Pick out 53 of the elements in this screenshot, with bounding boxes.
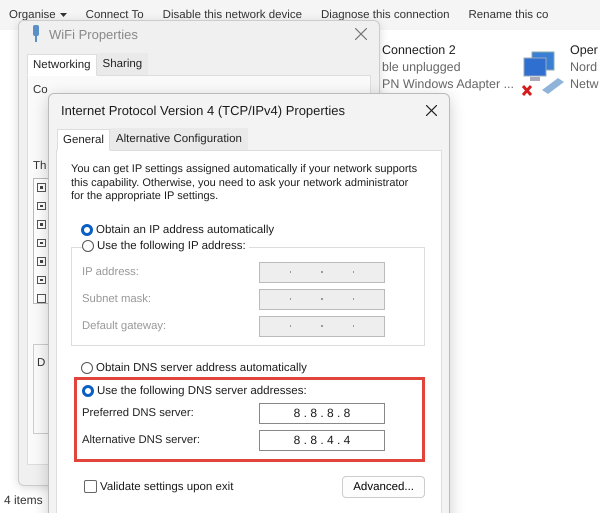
checkbox[interactable] — [37, 202, 46, 210]
toolbar-button[interactable]: Connect To — [86, 0, 144, 21]
radio-option[interactable]: Obtain DNS server address automatically — [81, 362, 307, 374]
field-label: Default gateway: — [82, 320, 168, 332]
field-label: Preferred DNS server: — [82, 407, 195, 419]
toolbar-button[interactable]: Diagnose this connection — [320, 0, 450, 21]
radio-button[interactable] — [82, 240, 94, 252]
connection-name: Connection 2 — [382, 42, 457, 59]
radio-option[interactable]: Use the following DNS server addresses: — [82, 384, 307, 396]
tab[interactable]: Sharing — [96, 53, 148, 75]
field-label: IP address: — [82, 266, 140, 278]
tab[interactable]: Alternative Configuration — [110, 128, 248, 150]
toolbar-button[interactable]: Organise — [9, 0, 67, 21]
checkbox[interactable] — [37, 220, 46, 229]
advanced-button[interactable]: Advanced... — [342, 476, 425, 498]
status-bar-text: 4 items — [3, 493, 44, 509]
checkbox[interactable] — [37, 294, 46, 304]
checkbox[interactable] — [37, 183, 46, 192]
ip-address-field[interactable]: 8 . 8 . 4 . 4 — [259, 430, 385, 450]
network-computers-icon — [520, 50, 566, 98]
checkbox[interactable] — [37, 238, 46, 248]
field-label: Alternative DNS server: — [82, 434, 202, 446]
ip-address-field[interactable]: 8 . 8 . 8 . 8 — [259, 402, 385, 424]
ip-address-field[interactable] — [259, 316, 385, 336]
radio-button[interactable] — [81, 362, 93, 374]
connection-status: Nord — [570, 59, 598, 76]
field-label: Co — [33, 84, 48, 96]
list-label: Th — [33, 160, 46, 172]
connection-status: ble unplugged — [382, 59, 462, 76]
toolbar-button[interactable]: Rename this co — [468, 0, 548, 21]
radio-button[interactable] — [81, 224, 93, 236]
connection-device: Netw — [570, 76, 598, 93]
window-title: Internet Protocol Version 4 (TCP/IPv4) Properties — [61, 102, 346, 118]
intro-text: You can get IP settings assigned automatically if your network supports this capability. Otherwise, you need to ask your network administrator for the appropriate IP settings. — [71, 163, 418, 204]
network-adapter-icon — [31, 25, 41, 43]
connection-name: Oper — [570, 42, 598, 59]
group-label: D — [37, 357, 46, 369]
window-title: WiFi Properties — [49, 26, 139, 42]
checkbox[interactable] — [37, 257, 46, 266]
connection-device: PN Windows Adapter ... — [382, 76, 514, 93]
close-icon[interactable] — [426, 104, 437, 116]
checkbox[interactable] — [84, 480, 97, 493]
toolbar-button[interactable]: Disable this network device — [162, 0, 302, 21]
radio-button[interactable] — [82, 384, 94, 396]
ip-address-field[interactable] — [259, 288, 385, 310]
radio-option[interactable]: Use the following IP address: — [82, 240, 249, 252]
checkbox[interactable] — [37, 276, 46, 284]
checkbox-option[interactable]: Validate settings upon exit — [84, 480, 234, 493]
ip-address-field[interactable] — [259, 262, 385, 282]
tab[interactable]: General — [57, 129, 110, 151]
tab[interactable]: Networking — [27, 54, 97, 76]
radio-option[interactable]: Obtain an IP address automatically — [81, 224, 274, 236]
field-label: Subnet mask: — [82, 293, 152, 305]
